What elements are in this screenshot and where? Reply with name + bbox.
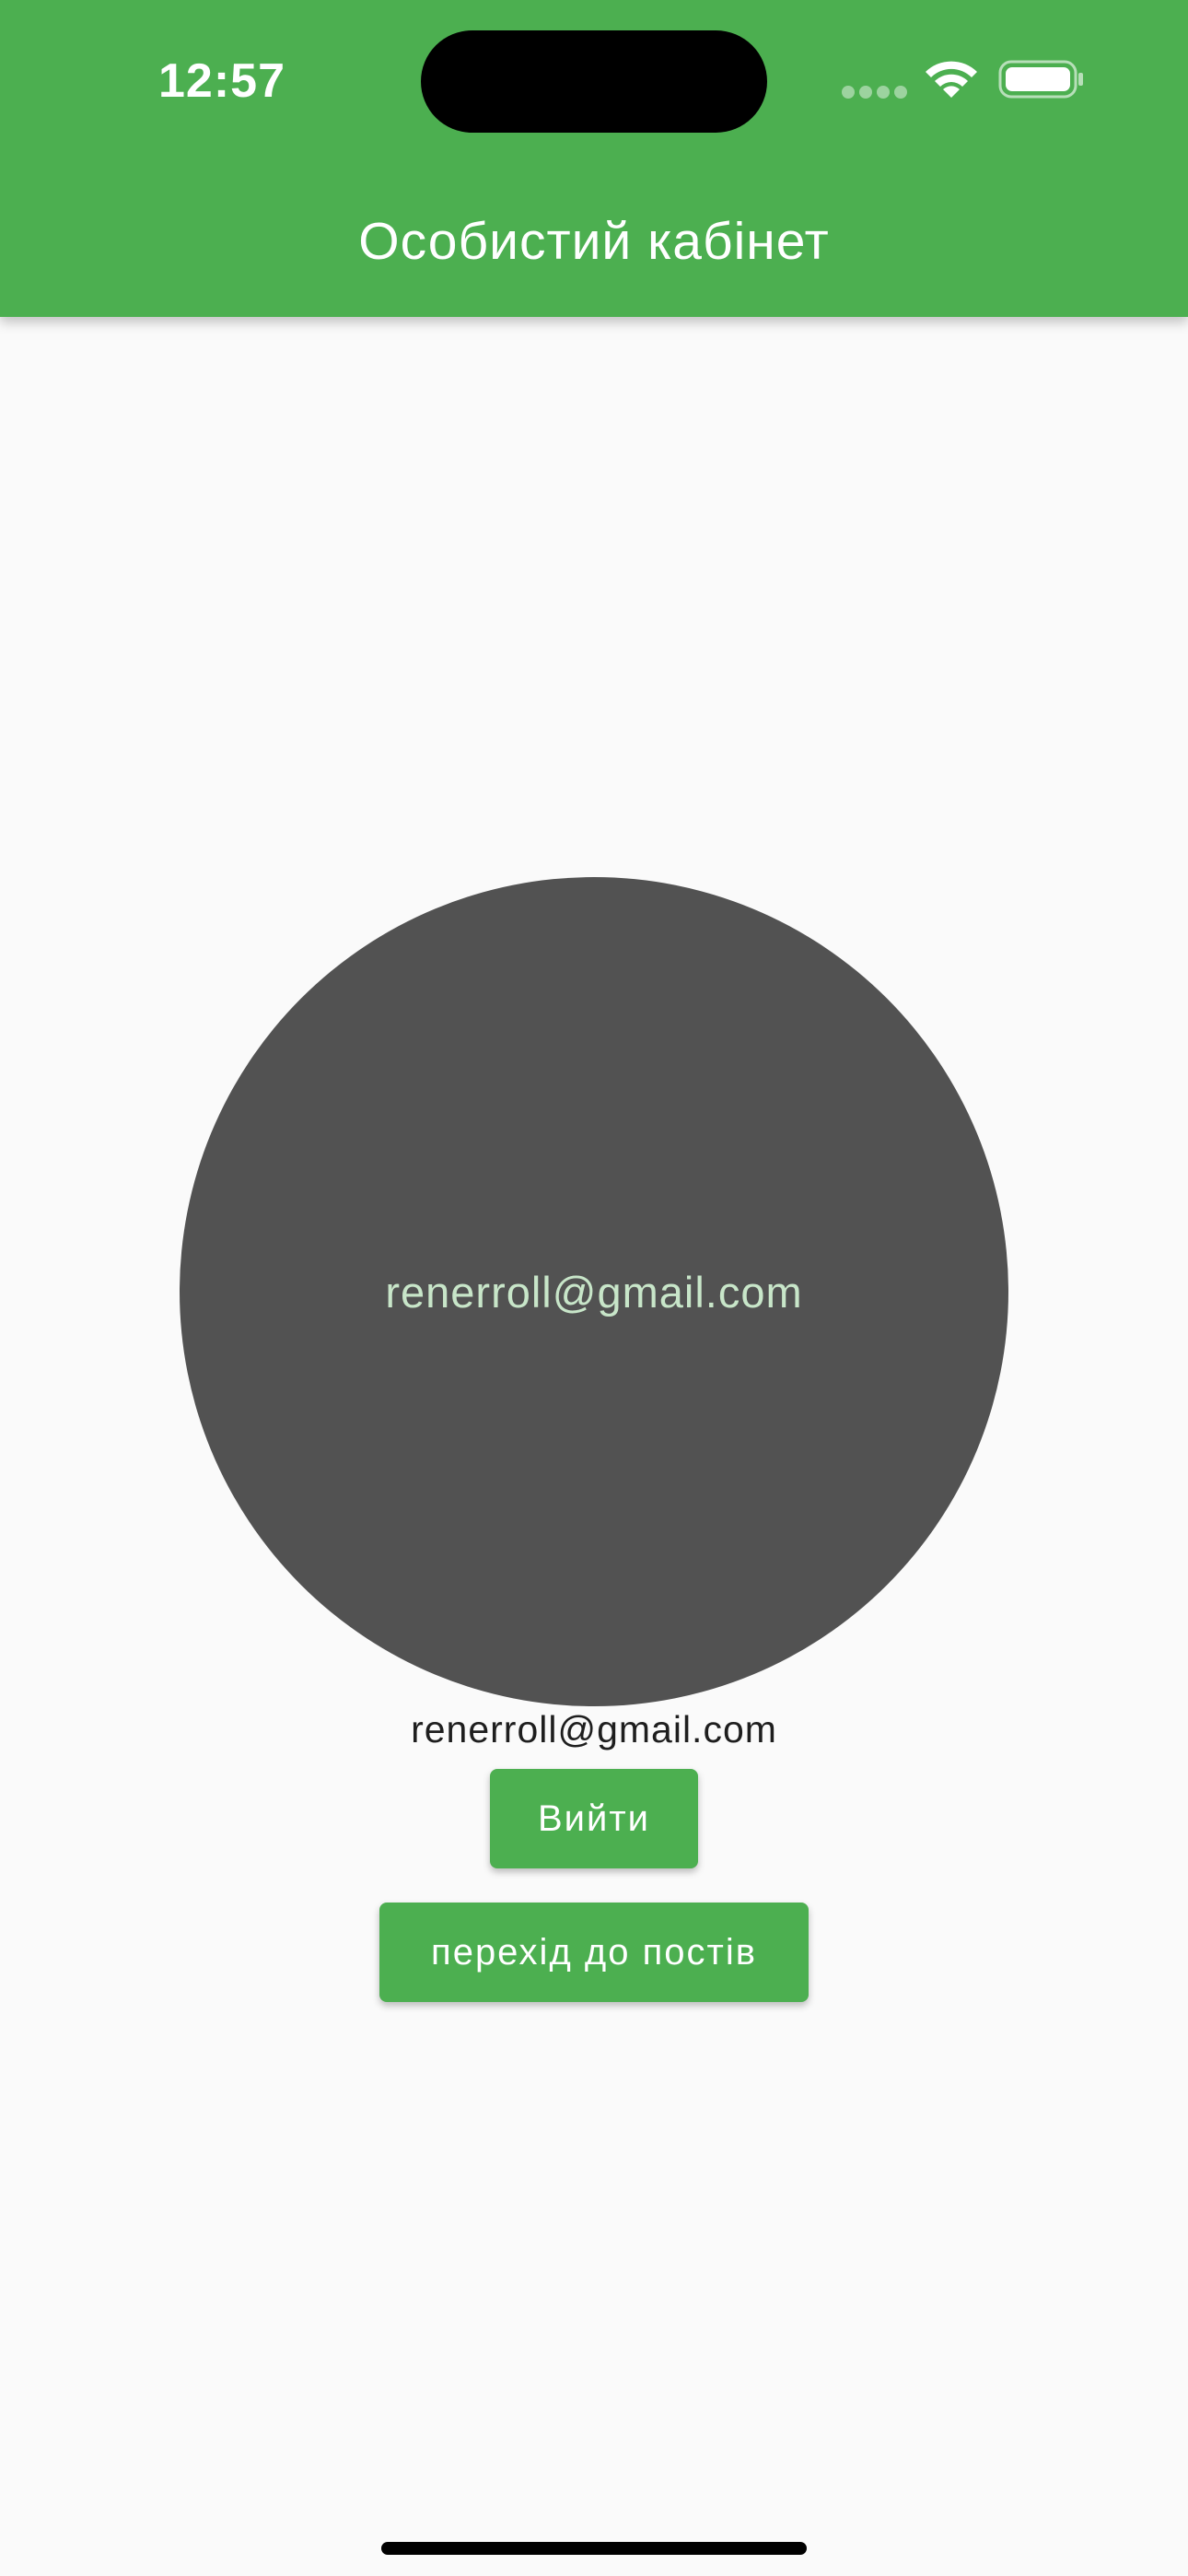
logout-button[interactable]: Вийти [490,1769,698,1868]
home-indicator[interactable] [381,2542,807,2555]
go-to-posts-button[interactable]: перехід до постів [379,1903,809,2002]
app-bar: 12:57 Особистий кабінет [0,0,1188,317]
logout-button-label: Вийти [537,1797,651,1839]
battery-icon [998,60,1083,99]
status-time: 12:57 [158,54,285,108]
wifi-icon [926,61,977,98]
avatar: renerroll@gmail.com [180,877,1008,1706]
avatar-email-text: renerroll@gmail.com [385,1267,803,1317]
go-to-posts-button-label: перехід до постів [431,1931,757,1973]
user-email: renerroll@gmail.com [411,1708,777,1751]
cellular-signal-icon [842,86,907,99]
page-title: Особистий кабінет [358,212,830,271]
dynamic-island [421,30,767,133]
